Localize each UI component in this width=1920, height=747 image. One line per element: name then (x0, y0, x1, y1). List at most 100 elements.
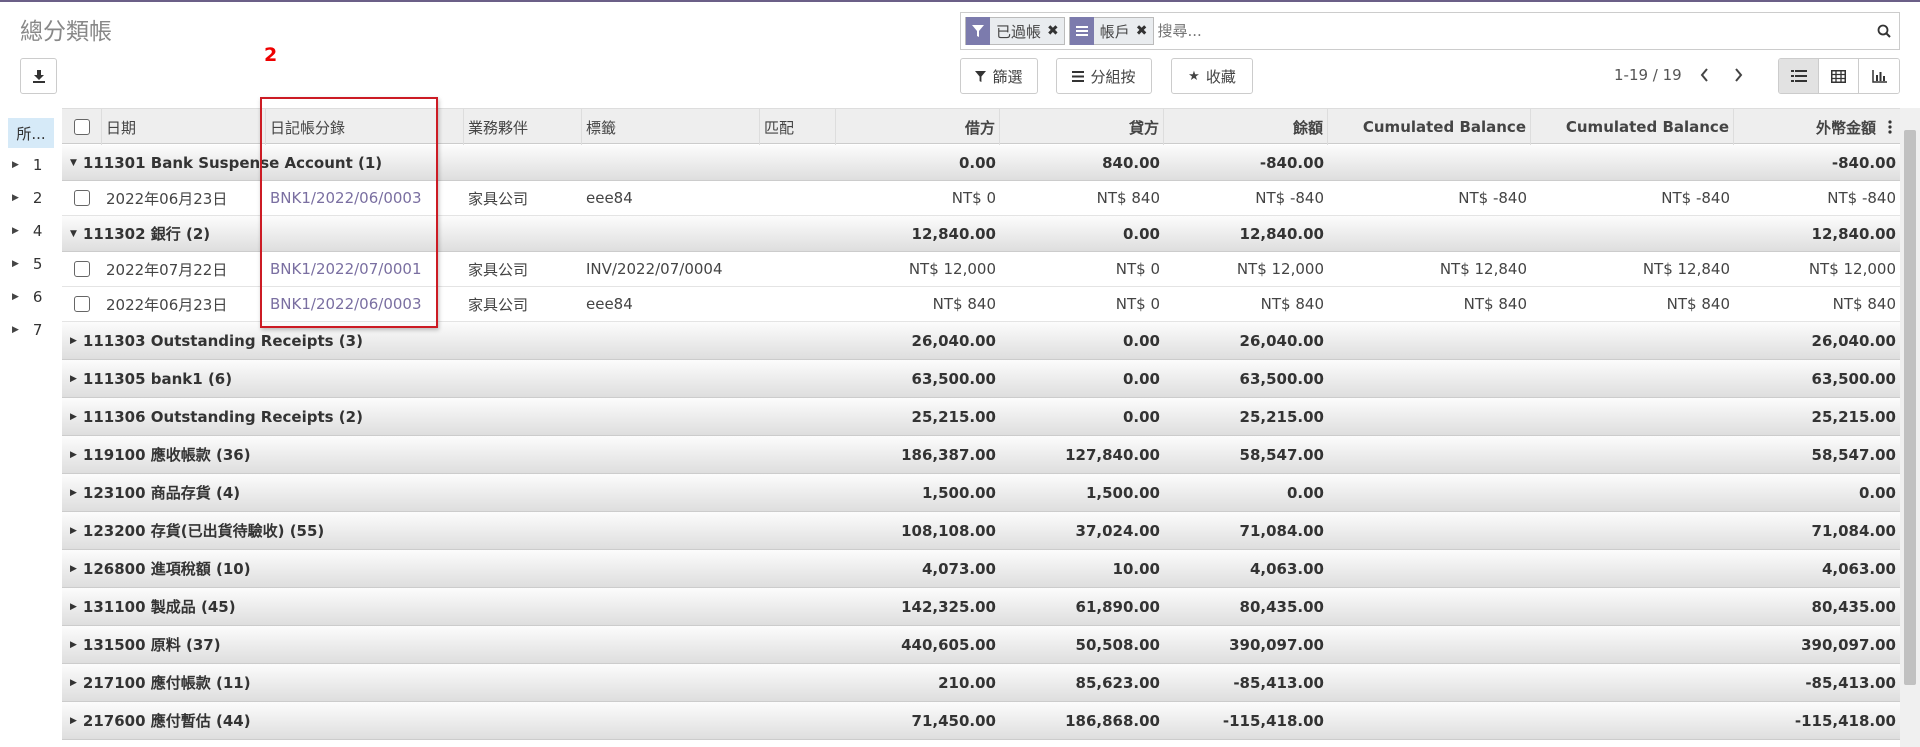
group-row[interactable]: ▶ 111303 Outstanding Receipts (3) 26,040.0… (62, 322, 1900, 360)
col-matching[interactable]: 匹配 (760, 109, 836, 145)
col-date[interactable]: 日期 (102, 109, 266, 145)
row-checkbox[interactable] (62, 181, 102, 215)
vertical-scrollbar[interactable] (1900, 108, 1920, 747)
group-row[interactable]: ▶ 217100 應付帳款 (11) 210.00 85,623.00 -85,413.… (62, 664, 1900, 702)
caret-right-icon: ▶ (70, 525, 77, 536)
group-row[interactable]: ▶ 111306 Outstanding Receipts (2) 25,215.0… (62, 398, 1900, 436)
sidebar-item[interactable]: ▶ 2 (12, 188, 52, 208)
close-icon[interactable]: ✖ (1047, 23, 1059, 39)
cell-credit: 0.00 (1122, 224, 1160, 243)
cell-debit: NT$ 840 (932, 295, 996, 313)
row-checkbox[interactable] (62, 252, 102, 286)
sidebar-item[interactable]: ▶ 4 (12, 221, 52, 241)
cell-cumulated-1: NT$ 12,840 (1439, 260, 1527, 278)
sidebar-item[interactable]: ▶ 1 (12, 155, 52, 175)
graph-view-button[interactable] (1859, 59, 1899, 93)
next-page-icon[interactable] (1728, 64, 1748, 86)
group-name: ▶ 123200 存貨(已出貨待驗收) (55) (66, 512, 826, 549)
pivot-view-button[interactable] (1819, 59, 1859, 93)
group-name: ▶ 217100 應付帳款 (11) (66, 664, 826, 701)
group-row[interactable]: ▶ 126800 進項稅額 (10) 4,073.00 10.00 4,063.00 4,… (62, 550, 1900, 588)
table-row[interactable]: 2022年06月23日 BNK1/2022/06/0003 家具公司 eee84 NT$… (62, 181, 1900, 216)
col-entry[interactable]: 日記帳分錄 (266, 109, 464, 145)
cell-currency: 80,435.00 (1811, 597, 1896, 616)
facet-posted[interactable]: 已過帳 ✖ (965, 17, 1065, 45)
sidebar-item[interactable]: ▶ 7 (12, 320, 52, 340)
col-partner[interactable]: 業務夥伴 (464, 109, 582, 145)
facet-account[interactable]: 帳戶 ✖ (1068, 17, 1154, 45)
cell-entry-link[interactable]: BNK1/2022/07/0001 (266, 252, 464, 286)
cell-entry-link[interactable]: BNK1/2022/06/0003 (266, 287, 464, 321)
group-label: 111302 銀行 (2) (82, 225, 211, 243)
list-icon (1790, 70, 1807, 82)
row-checkbox[interactable] (62, 287, 102, 321)
pager-value[interactable]: 1-19 / 19 (1614, 66, 1682, 84)
caret-right-icon: ▶ (70, 373, 77, 384)
table-header: 日期 日記帳分錄 業務夥伴 標籤 匹配 借方 貸方 餘額 Cumulated B… (62, 108, 1900, 145)
table-row[interactable]: 2022年06月23日 BNK1/2022/06/0003 家具公司 eee84 NT$… (62, 287, 1900, 322)
cell-label: INV/2022/07/0004 (586, 260, 723, 278)
caret-right-icon: ▶ (70, 601, 77, 612)
search-input[interactable] (1157, 22, 1869, 40)
col-debit[interactable]: 借方 (836, 109, 1000, 145)
col-balance[interactable]: 餘額 (1164, 109, 1328, 145)
group-name: ▶ 111303 Outstanding Receipts (3) (66, 322, 826, 359)
cell-balance: NT$ 840 (1260, 295, 1324, 313)
cell-currency: NT$ 840 (1832, 295, 1896, 313)
cell-cumulated-1: NT$ 840 (1463, 295, 1527, 313)
sidebar-item[interactable]: ▶ 5 (12, 254, 52, 274)
cell-debit: 12,840.00 (911, 224, 996, 243)
cell-currency: 390,097.00 (1801, 635, 1896, 654)
top-border (0, 0, 1920, 2)
cell-balance: 63,500.00 (1239, 369, 1324, 388)
col-credit[interactable]: 貸方 (1000, 109, 1164, 145)
view-switcher (1778, 58, 1900, 94)
favorites-button[interactable]: ★ 收藏 (1171, 58, 1253, 94)
col-cumulated-balance-1[interactable]: Cumulated Balance (1328, 109, 1531, 145)
sidebar-item[interactable]: ▶ 6 (12, 287, 52, 307)
group-label: 119100 應收帳款 (36) (82, 446, 251, 464)
col-currency[interactable]: 外幣金額 (1734, 109, 1880, 145)
group-name: ▶ 119100 應收帳款 (36) (66, 436, 826, 473)
group-label: 123100 商品存貨 (4) (82, 484, 241, 502)
search-bar[interactable]: 已過帳 ✖ 帳戶 ✖ (960, 12, 1900, 50)
table-row[interactable]: 2022年07月22日 BNK1/2022/07/0001 家具公司 INV/2022… (62, 252, 1900, 287)
cell-balance: 26,040.00 (1239, 331, 1324, 350)
sidebar-item-label: 2 (32, 189, 43, 207)
search-icon[interactable] (1869, 24, 1899, 38)
group-row[interactable]: ▼ 111301 Bank Suspense Account (1) 0.00 840… (62, 145, 1900, 181)
group-row[interactable]: ▼ 111302 銀行 (2) 12,840.00 0.00 12,840.00 12,8… (62, 216, 1900, 252)
sidebar-all[interactable]: 所... (8, 118, 54, 148)
prev-page-icon[interactable] (1694, 64, 1714, 86)
cell-debit: 108,108.00 (901, 521, 996, 540)
cell-credit: 10.00 (1112, 559, 1160, 578)
groupby-button[interactable]: 分組按 (1056, 58, 1152, 94)
cell-debit: 63,500.00 (911, 369, 996, 388)
col-cumulated-balance-2[interactable]: Cumulated Balance (1531, 109, 1734, 145)
group-row[interactable]: ▶ 131100 製成品 (45) 142,325.00 61,890.00 80,43… (62, 588, 1900, 626)
scrollbar-thumb[interactable] (1904, 130, 1916, 685)
group-row[interactable]: ▶ 119100 應收帳款 (36) 186,387.00 127,840.00 58,… (62, 436, 1900, 474)
cell-currency: 4,063.00 (1821, 559, 1896, 578)
cell-currency: 26,040.00 (1811, 331, 1896, 350)
cell-date: 2022年07月22日 (106, 260, 228, 279)
cell-currency: 58,547.00 (1811, 445, 1896, 464)
cell-balance: NT$ 12,000 (1236, 260, 1324, 278)
annotation-number: 2 (264, 44, 278, 66)
close-icon[interactable]: ✖ (1136, 23, 1148, 39)
select-all-checkbox[interactable] (62, 109, 102, 145)
filter-icon (966, 17, 990, 45)
cell-entry-link[interactable]: BNK1/2022/06/0003 (266, 181, 464, 215)
export-button[interactable] (20, 58, 57, 94)
filter-button[interactable]: 篩選 (960, 58, 1038, 94)
caret-right-icon: ▶ (12, 226, 19, 236)
group-row[interactable]: ▶ 123200 存貨(已出貨待驗收) (55) 108,108.00 37,024.… (62, 512, 1900, 550)
column-options-icon[interactable] (1880, 109, 1900, 145)
list-view-button[interactable] (1779, 59, 1819, 93)
group-row[interactable]: ▶ 111305 bank1 (6) 63,500.00 0.00 63,500.00 6… (62, 360, 1900, 398)
cell-debit: 4,073.00 (921, 559, 996, 578)
col-label[interactable]: 標籤 (582, 109, 760, 145)
group-row[interactable]: ▶ 217600 應付暫估 (44) 71,450.00 186,868.00 -115… (62, 702, 1900, 740)
group-row[interactable]: ▶ 123100 商品存貨 (4) 1,500.00 1,500.00 0.00 0.00 (62, 474, 1900, 512)
group-row[interactable]: ▶ 131500 原料 (37) 440,605.00 50,508.00 390,09… (62, 626, 1900, 664)
